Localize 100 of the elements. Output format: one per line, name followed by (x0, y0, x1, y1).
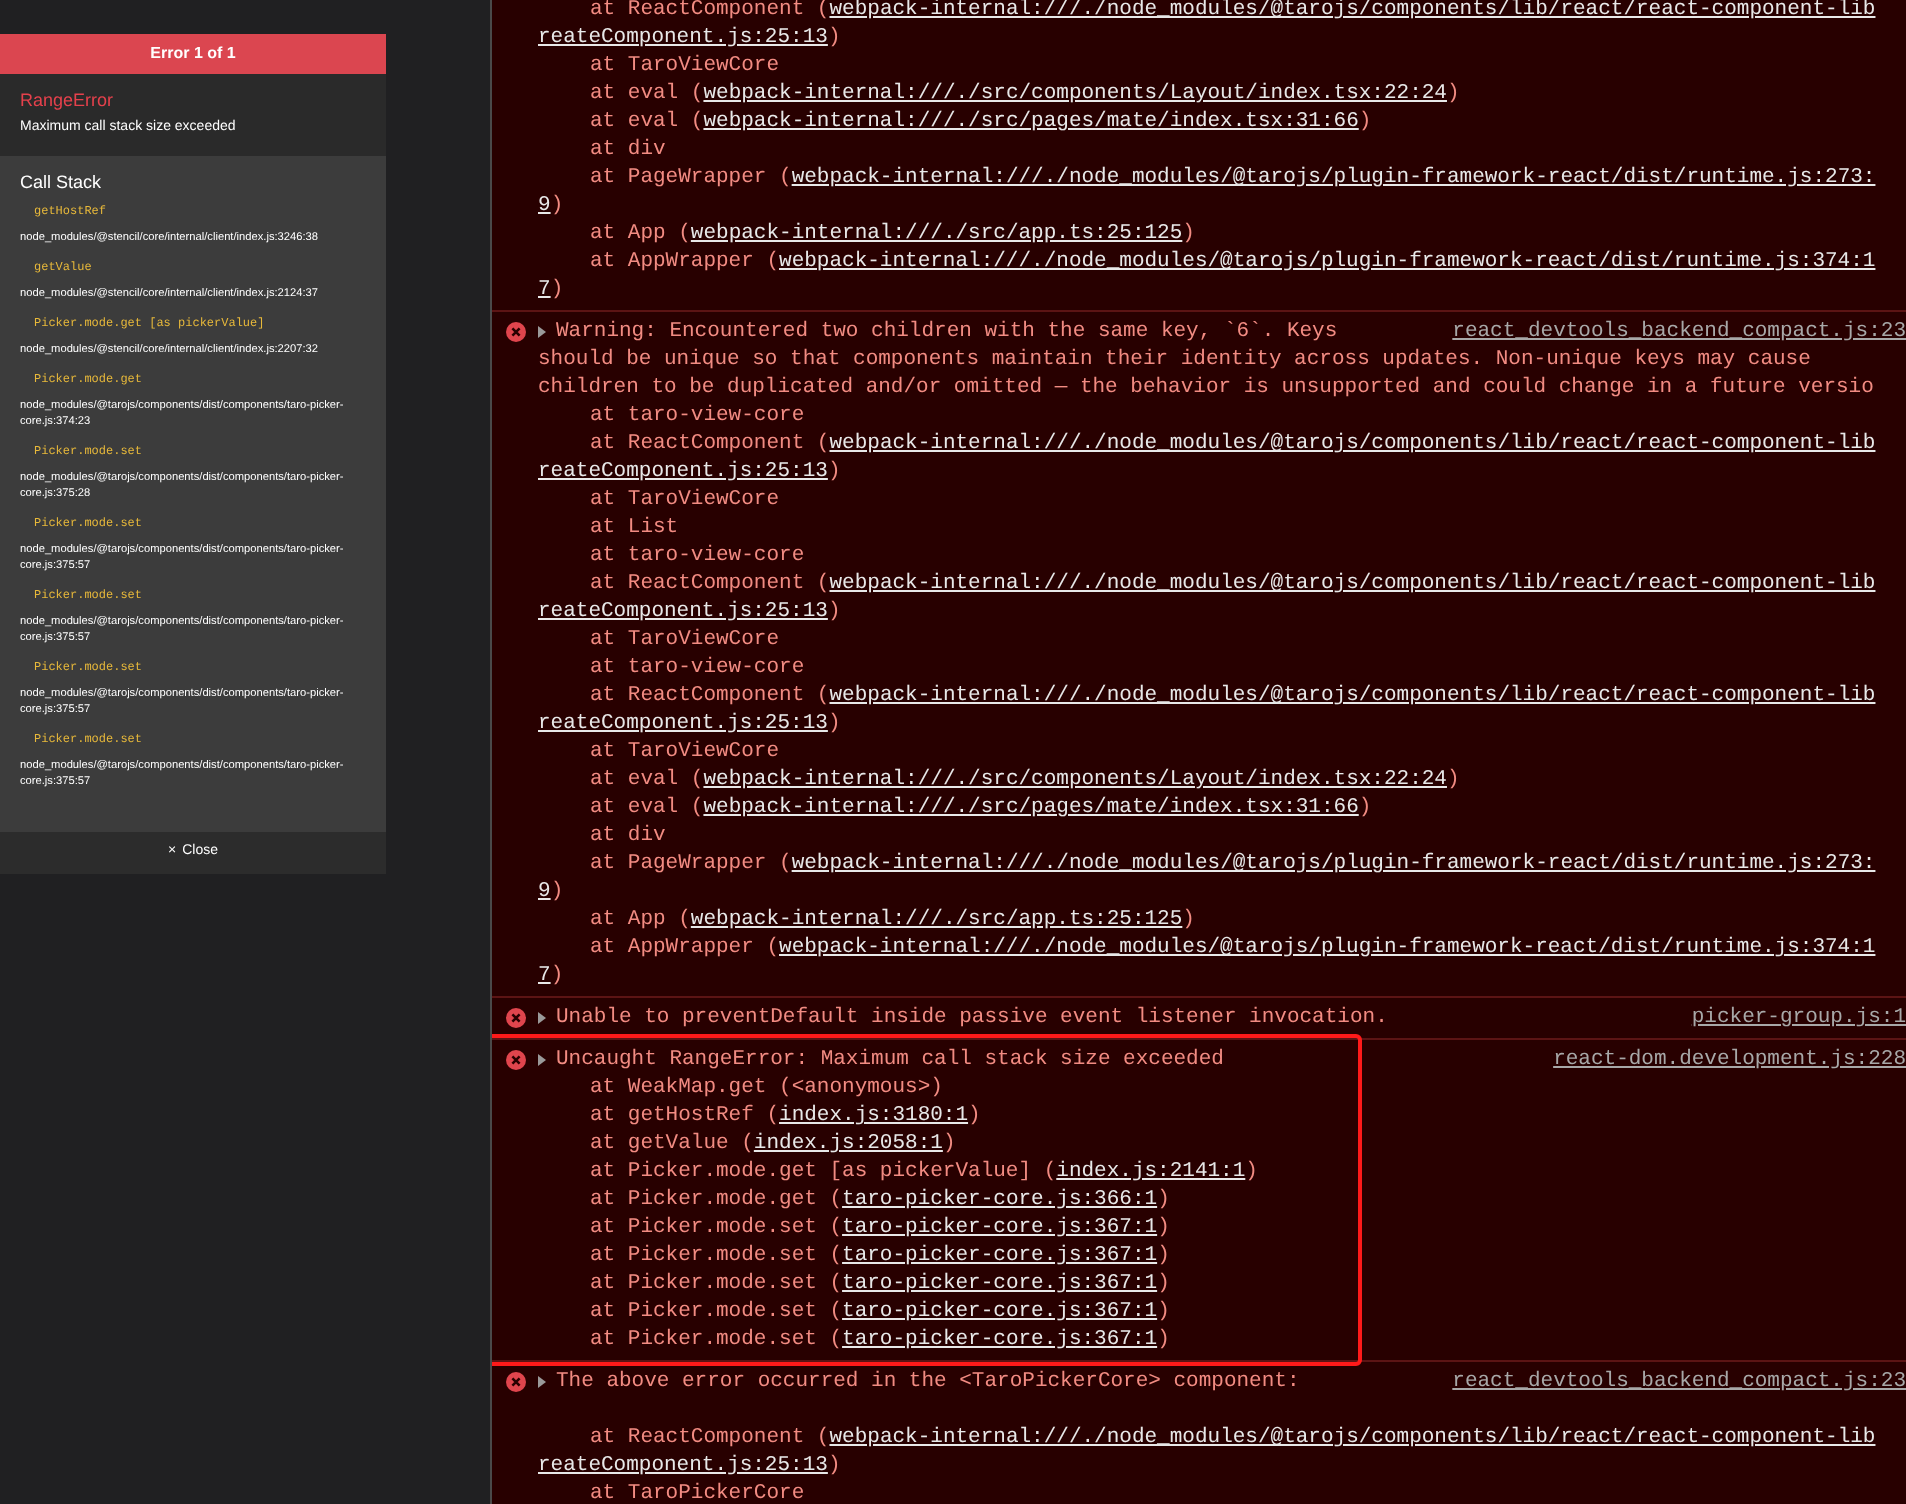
source-link[interactable]: webpack-internal:///./node_modules/@tarojs/plugin-framework-react/dist/runtime.js:374:1 (779, 936, 1876, 960)
message-text: children to be duplicated and/or omitted — the behavior is unsupported and could change in a future versio (538, 376, 1874, 400)
stack-frame: at eval ( (590, 110, 704, 134)
stack-frame: at taro-view-core (590, 544, 805, 568)
source-link[interactable]: reateComponent.js:25:13 (538, 712, 828, 736)
stack-frame: at Picker.mode.set ( (590, 1272, 843, 1296)
stack-frame: at ReactComponent ( (590, 572, 830, 596)
paren: ) (827, 712, 841, 736)
expand-triangle-icon[interactable] (538, 1054, 546, 1066)
stack-frame: at taro-view-core (590, 656, 805, 680)
source-link[interactable]: webpack-internal:///./node_modules/@tarojs/components/lib/react/react-component-lib (829, 684, 1876, 708)
source-link[interactable]: webpack-internal:///./node_modules/@tarojs/components/lib/react/react-component-lib (829, 432, 1876, 456)
source-link[interactable]: webpack-internal:///./node_modules/@tarojs/plugin-framework-react/dist/runtime.js:273: (791, 166, 1876, 190)
message-text: should be unique so that components maintain their identity across updates. Non-unique keys may cause (538, 348, 1811, 372)
paren: ) (827, 600, 841, 624)
source-link[interactable]: reateComponent.js:25:13 (538, 26, 828, 50)
source-link[interactable]: 7 (538, 964, 551, 988)
source-link[interactable]: 7 (538, 278, 551, 302)
stack-frame: at AppWrapper ( (590, 936, 780, 960)
source-link[interactable]: webpack-internal:///./src/components/Layout/index.tsx:22:24 (703, 82, 1447, 106)
source-link[interactable]: webpack-internal:///./node_modules/@tarojs/plugin-framework-react/dist/runtime.js:273: (791, 852, 1876, 876)
error-icon (506, 1372, 526, 1392)
stack-frame: at div (590, 138, 666, 162)
paren: ) (1157, 1328, 1170, 1352)
error-icon (506, 1050, 526, 1070)
stack-frame: at ReactComponent ( (590, 684, 830, 708)
source-link[interactable]: 9 (538, 194, 551, 218)
source-link[interactable]: webpack-internal:///./src/app.ts:25:125 (690, 908, 1183, 932)
stack-frame: at Picker.mode.set ( (590, 1244, 843, 1268)
stack-frame: at AppWrapper ( (590, 250, 780, 274)
source-link[interactable]: taro-picker-core.js:366:1 (842, 1188, 1158, 1212)
paren: ) (942, 1132, 956, 1156)
source-link[interactable]: reateComponent.js:25:13 (538, 1454, 828, 1478)
source-link[interactable]: reateComponent.js:25:13 (538, 600, 828, 624)
stack-frame: at App ( (590, 222, 691, 246)
source-link[interactable]: 9 (538, 880, 551, 904)
paren: ) (1157, 1300, 1170, 1324)
paren: ) (827, 26, 841, 50)
stack-frame: at Picker.mode.set ( (590, 1328, 843, 1352)
source-link[interactable]: picker-group.js:1 (1675, 1004, 1906, 1032)
paren: ) (1446, 768, 1460, 792)
source-link[interactable]: webpack-internal:///./node_modules/@tarojs/components/lib/react/react-component-lib (829, 1426, 1876, 1450)
source-link[interactable]: webpack-internal:///./node_modules/@tarojs/components/lib/react/react-component-lib (829, 572, 1876, 596)
source-link[interactable]: react-dom.development.js:228 (1537, 1046, 1906, 1074)
stack-frame: at App ( (590, 908, 691, 932)
source-link[interactable]: taro-picker-core.js:367:1 (842, 1328, 1158, 1352)
expand-triangle-icon[interactable] (538, 326, 546, 338)
paren: ) (827, 460, 841, 484)
error-title: RangeError (20, 88, 116, 112)
source-link[interactable]: taro-picker-core.js:367:1 (842, 1300, 1158, 1324)
paren: ) (550, 194, 564, 218)
paren: ) (1182, 222, 1195, 246)
error-icon (506, 1008, 526, 1028)
paren: ) (1157, 1244, 1170, 1268)
stack-frame: at getHostRef ( (590, 1104, 780, 1128)
source-link[interactable]: index.js:2141:1 (1056, 1160, 1246, 1184)
stack-frame: at eval ( (590, 82, 704, 106)
call-stack-title: Call Stack (20, 169, 104, 195)
message-text: Uncaught RangeError: Maximum call stack size exceeded (556, 1046, 1224, 1074)
stack-frame: at getValue ( (590, 1132, 754, 1156)
source-link[interactable]: index.js:3180:1 (779, 1104, 969, 1128)
source-link[interactable]: react_devtools_backend_compact.js:23 (1436, 318, 1906, 346)
paren: ) (550, 278, 564, 302)
source-link[interactable]: webpack-internal:///./src/app.ts:25:125 (690, 222, 1183, 246)
stack-frame: at Picker.mode.set ( (590, 1216, 843, 1240)
source-link[interactable]: index.js:2058:1 (753, 1132, 943, 1156)
stack-frame: at Picker.mode.get [as pickerValue] ( (590, 1160, 1057, 1184)
source-link[interactable]: taro-picker-core.js:367:1 (842, 1244, 1158, 1268)
paren: ) (968, 1104, 981, 1128)
paren: ) (1182, 908, 1195, 932)
stack-frame: at Picker.mode.get ( (590, 1188, 843, 1212)
stack-frame: at ReactComponent ( (590, 1426, 830, 1450)
stack-frame: at eval ( (590, 768, 704, 792)
stack-frame: at Picker.mode.set ( (590, 1300, 843, 1324)
error-icon (506, 322, 526, 342)
message-text: Warning: Encountered two children with the same key, `6`. Keys (556, 318, 1338, 346)
stack-frame: at TaroViewCore (590, 740, 780, 764)
paren: ) (1157, 1272, 1170, 1296)
stack-frame: at TaroPickerCore (590, 1482, 805, 1504)
source-link[interactable]: reateComponent.js:25:13 (538, 460, 828, 484)
stack-frame: at TaroViewCore (590, 54, 780, 78)
paren: ) (1245, 1160, 1258, 1184)
paren: ) (1446, 82, 1460, 106)
source-link[interactable]: taro-picker-core.js:367:1 (842, 1272, 1158, 1296)
stack-frame: at List (590, 516, 679, 540)
expand-triangle-icon[interactable] (538, 1012, 546, 1024)
source-link[interactable]: taro-picker-core.js:367:1 (842, 1216, 1158, 1240)
paren: ) (550, 964, 564, 988)
expand-triangle-icon[interactable] (538, 1376, 546, 1388)
source-link[interactable]: webpack-internal:///./src/components/Layout/index.tsx:22:24 (703, 768, 1447, 792)
stack-frame: at eval ( (590, 796, 704, 820)
source-link[interactable]: webpack-internal:///./node_modules/@tarojs/plugin-framework-react/dist/runtime.js:374:1 (779, 250, 1876, 274)
paren: ) (550, 880, 564, 904)
paren: ) (1358, 796, 1372, 820)
source-link[interactable]: react_devtools_backend_compact.js:23 (1436, 1368, 1906, 1396)
stack-frame: at WeakMap.get (<anonymous>) (590, 1076, 943, 1100)
stack-frame: at taro-view-core (590, 404, 805, 428)
stack-frame: at TaroViewCore (590, 488, 780, 512)
source-link[interactable]: webpack-internal:///./src/pages/mate/index.tsx:31:66 (703, 110, 1359, 134)
source-link[interactable]: webpack-internal:///./src/pages/mate/index.tsx:31:66 (703, 796, 1359, 820)
